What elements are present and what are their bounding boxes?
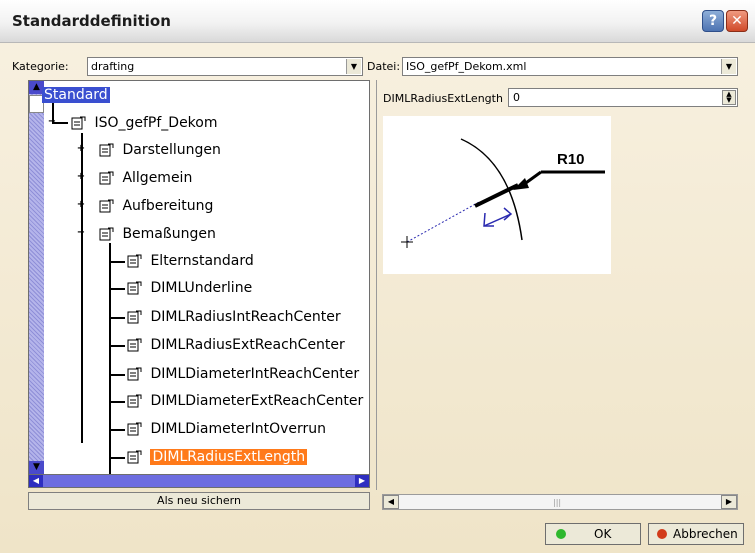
cancel-status-icon	[657, 529, 667, 539]
expand-icon[interactable]: +	[76, 144, 86, 154]
category-label: Kategorie:	[12, 60, 69, 73]
document-icon	[127, 281, 142, 295]
document-icon	[99, 171, 114, 185]
document-icon	[99, 199, 114, 213]
expand-icon[interactable]: +	[76, 172, 86, 182]
close-button[interactable]: ✕	[726, 10, 748, 32]
document-icon	[127, 450, 142, 464]
document-icon	[127, 367, 142, 381]
tree-horizontal-scrollbar[interactable]: ◀ ▶	[28, 474, 370, 488]
tree-item-dimlradiusintreachcenter[interactable]: DIMLRadiusIntReachCenter	[127, 309, 341, 329]
document-icon	[127, 310, 142, 324]
tree-item-dimldiameterintreachcenter[interactable]: DIMLDiameterIntReachCenter	[127, 366, 359, 386]
tree-item-aufbereitung[interactable]: Aufbereitung	[99, 198, 213, 218]
tree-item-standard[interactable]: Standard	[42, 87, 110, 107]
tree-item-elternstandard[interactable]: Elternstandard	[127, 253, 254, 273]
ok-status-icon	[556, 529, 566, 539]
tree-item-dimlradiusextreachcenter[interactable]: DIMLRadiusExtReachCenter	[127, 337, 345, 357]
scroll-right-icon[interactable]: ▶	[355, 475, 369, 487]
spinner-arrows-icon[interactable]: ▲ ▼	[722, 90, 736, 105]
document-icon	[127, 338, 142, 352]
scroll-down-icon[interactable]: ▼	[29, 461, 44, 474]
expand-icon[interactable]: +	[76, 200, 86, 210]
radius-label: R10	[557, 151, 585, 168]
chevron-down-icon[interactable]: ▼	[721, 59, 736, 74]
tree-item-darstellungen[interactable]: Darstellungen	[99, 142, 221, 162]
document-icon	[71, 116, 86, 130]
category-select[interactable]: drafting ▼	[87, 57, 363, 76]
property-value: 0	[513, 91, 520, 104]
save-as-new-button[interactable]: Als neu sichern	[28, 492, 370, 510]
scroll-right-icon[interactable]: ▶	[721, 495, 737, 509]
category-value: drafting	[91, 60, 135, 73]
document-icon	[127, 254, 142, 268]
document-icon	[99, 227, 114, 241]
cancel-button[interactable]: Abbrechen	[648, 523, 744, 545]
tree-item-dimldiameterextreachcenter[interactable]: DIMLDiameterExtReachCenter	[127, 393, 363, 413]
ok-button[interactable]: OK	[545, 523, 641, 545]
tree-item-dimlradiusextlength[interactable]: DIMLRadiusExtLength	[127, 449, 308, 469]
tree-item-dimlunderline[interactable]: DIMLUnderline	[127, 280, 252, 300]
collapse-icon[interactable]: −	[76, 228, 86, 238]
tree-item-allgemein[interactable]: Allgemein	[99, 170, 192, 190]
document-icon	[127, 394, 142, 408]
standards-tree[interactable]: ▲ ▼ Standard − ISO_gefPf_Dekom + Darstel…	[28, 80, 370, 475]
file-select[interactable]: ISO_gefPf_Dekom.xml ▼	[402, 57, 738, 76]
property-value-spinner[interactable]: 0 ▲ ▼	[508, 88, 738, 107]
chevron-down-icon[interactable]: ▼	[346, 59, 361, 74]
tree-vertical-scrollbar[interactable]: ▲ ▼	[29, 81, 44, 474]
scroll-left-icon[interactable]: ◀	[29, 475, 43, 487]
collapse-icon[interactable]: −	[47, 117, 57, 127]
scroll-left-icon[interactable]: ◀	[383, 495, 399, 509]
tree-item-dimldiameterintoverrun[interactable]: DIMLDiameterIntOverrun	[127, 421, 326, 441]
window-title: Standarddefinition	[12, 12, 171, 30]
radius-dimension-illustration: R10	[401, 138, 605, 248]
file-label: Datei:	[367, 60, 401, 73]
title-bar: Standarddefinition ? ✕	[0, 0, 755, 43]
help-button[interactable]: ?	[702, 10, 724, 32]
property-name-label: DIMLRadiusExtLength	[383, 92, 503, 105]
document-icon	[99, 143, 114, 157]
preview-horizontal-scrollbar[interactable]: ◀ ||| ▶	[382, 494, 738, 510]
tree-item-iso[interactable]: ISO_gefPf_Dekom	[71, 115, 218, 135]
panel-divider[interactable]	[376, 80, 377, 490]
file-value: ISO_gefPf_Dekom.xml	[406, 60, 527, 73]
scroll-grip-icon: |||	[553, 498, 562, 507]
dimension-preview: R10	[383, 116, 611, 274]
tree-item-bemassungen[interactable]: Bemaßungen	[99, 226, 216, 246]
document-icon	[127, 422, 142, 436]
standard-definition-dialog: Standarddefinition ? ✕ Kategorie: drafti…	[0, 0, 755, 553]
